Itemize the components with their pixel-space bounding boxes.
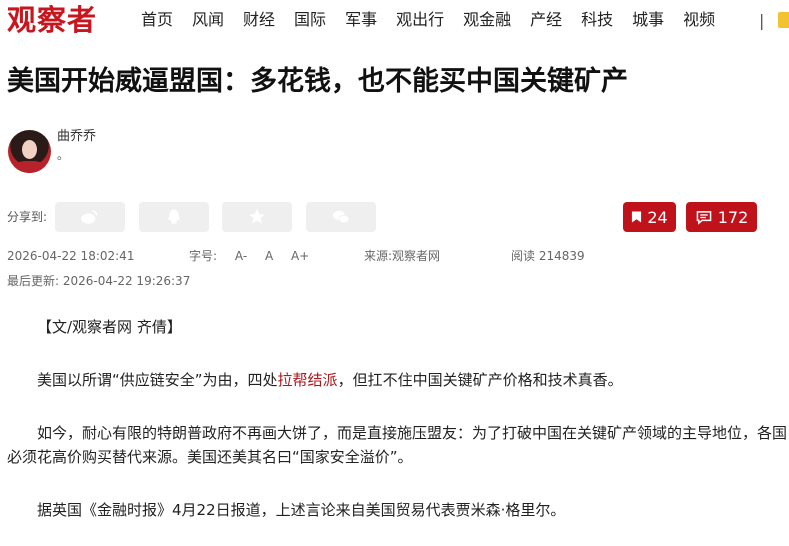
share-qq-button[interactable] xyxy=(139,202,209,232)
read-number: 214839 xyxy=(538,249,585,263)
paragraph-1: 美国以所谓“供应链安全”为由，四处拉帮结派，但扛不住中国关键矿产价格和技术真香。 xyxy=(37,371,623,389)
favorite-button[interactable]: 24 xyxy=(623,202,676,232)
updated-label: 最后更新: xyxy=(7,274,60,288)
nav-separator: | xyxy=(759,11,765,30)
pencil-icon[interactable] xyxy=(778,12,789,28)
author-avatar[interactable] xyxy=(8,130,51,173)
nav-item-home[interactable]: 首页 xyxy=(141,10,173,30)
paragraph-byline: 【文/观察者网 齐倩】 xyxy=(37,318,182,336)
keyword-link[interactable]: 拉帮结派 xyxy=(278,371,338,389)
font-size-decrease-button[interactable]: A- xyxy=(235,249,247,263)
share-qzone-button[interactable] xyxy=(222,202,292,232)
nav-item-military[interactable]: 军事 xyxy=(345,10,377,30)
comment-icon xyxy=(696,210,712,225)
comment-count: 172 xyxy=(717,207,749,227)
nav-item-finance[interactable]: 财经 xyxy=(243,10,275,30)
article-source: 来源:观察者网 xyxy=(364,248,440,264)
nav-item-industry[interactable]: 产经 xyxy=(530,10,562,30)
nav-item-video[interactable]: 视频 xyxy=(683,10,715,30)
font-size-label: 字号: xyxy=(189,249,218,263)
read-count: 阅读 214839 xyxy=(511,248,585,264)
comment-button[interactable]: 172 xyxy=(686,202,757,232)
bookmark-icon xyxy=(632,211,642,223)
author-name[interactable]: 曲乔乔 xyxy=(57,128,96,146)
font-size-control: 字号: A- A A+ xyxy=(189,248,323,264)
source-name: 观察者网 xyxy=(392,249,441,263)
nav-item-international[interactable]: 国际 xyxy=(294,10,326,30)
qzone-star-icon xyxy=(249,208,265,224)
main-nav: 首页 风闻 财经 国际 军事 观出行 观金融 产经 科技 城事 视频 xyxy=(141,10,734,30)
nav-item-fengwen[interactable]: 风闻 xyxy=(192,10,224,30)
source-label: 来源: xyxy=(364,249,393,263)
nav-item-tech[interactable]: 科技 xyxy=(581,10,613,30)
favorite-count: 24 xyxy=(647,207,668,227)
font-size-normal-button[interactable]: A xyxy=(265,249,273,263)
top-navigation-bar: 观察者 首页 风闻 财经 国际 军事 观出行 观金融 产经 科技 城事 视频 | xyxy=(0,0,789,42)
nav-item-city[interactable]: 城事 xyxy=(632,10,664,30)
share-weibo-button[interactable] xyxy=(55,202,125,232)
publish-time: 2026-04-22 18:02:41 xyxy=(7,249,135,263)
paragraph-2: 如今，耐心有限的特朗普政府不再画大饼了，而是直接施压盟友：为了打破中国在关键矿产… xyxy=(7,424,788,466)
author-description: 。 xyxy=(57,148,70,162)
site-logo[interactable]: 观察者 xyxy=(7,1,97,39)
qq-icon xyxy=(168,209,180,224)
article-title: 美国开始威逼盟国：多花钱，也不能买中国关键矿产 xyxy=(7,66,628,97)
last-updated: 最后更新: 2026-04-22 19:26:37 xyxy=(7,273,190,289)
updated-time: 2026-04-22 19:26:37 xyxy=(62,274,191,288)
font-size-increase-button[interactable]: A+ xyxy=(291,249,309,263)
nav-item-travel[interactable]: 观出行 xyxy=(396,10,444,30)
share-wechat-button[interactable] xyxy=(306,202,376,232)
weibo-icon xyxy=(81,210,98,224)
read-label: 阅读 xyxy=(511,249,536,263)
paragraph-3: 据英国《金融时报》4月22日报道，上述言论来自美国贸易代表贾米森·格里尔。 xyxy=(37,501,566,519)
wechat-icon xyxy=(333,210,350,224)
share-label: 分享到: xyxy=(7,210,48,224)
nav-item-guan-finance[interactable]: 观金融 xyxy=(463,10,511,30)
